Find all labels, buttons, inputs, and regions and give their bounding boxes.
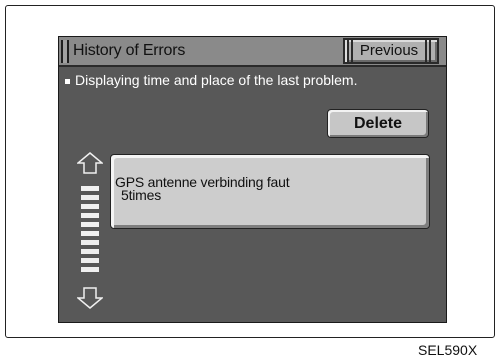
scroll-indicator[interactable] xyxy=(81,186,99,279)
info-message: Displaying time and place of the last pr… xyxy=(65,72,357,90)
scroll-segment xyxy=(81,231,99,236)
scroll-segment xyxy=(81,222,99,227)
arrow-up-icon[interactable] xyxy=(77,152,103,174)
scroll-segment xyxy=(81,186,99,191)
title-bar: History of Errors Previous xyxy=(59,37,446,67)
arrow-down-icon[interactable] xyxy=(77,287,103,309)
previous-button[interactable]: Previous xyxy=(343,38,439,64)
previous-button-accent-right xyxy=(425,40,431,62)
scroll-segment xyxy=(81,204,99,209)
scroll-segment xyxy=(81,240,99,245)
navigation-screen: History of Errors Previous Displaying ti… xyxy=(58,36,447,323)
title-accent xyxy=(61,40,69,63)
scroll-segment xyxy=(81,213,99,218)
previous-button-label: Previous xyxy=(359,42,419,59)
previous-button-accent-left xyxy=(347,40,353,62)
delete-button[interactable]: Delete xyxy=(327,109,429,138)
scroll-segment xyxy=(81,195,99,200)
scroll-segment xyxy=(81,267,99,272)
page-title: History of Errors xyxy=(73,42,186,59)
scroll-segment xyxy=(81,258,99,263)
scroll-segment xyxy=(81,249,99,254)
error-count: 5times xyxy=(121,187,162,203)
info-text: Displaying time and place of the last pr… xyxy=(75,72,358,88)
error-list-item[interactable]: GPS antenne verbinding faut 5times xyxy=(110,154,430,229)
figure-code: SEL590X xyxy=(418,342,478,358)
bullet-icon xyxy=(65,78,70,84)
